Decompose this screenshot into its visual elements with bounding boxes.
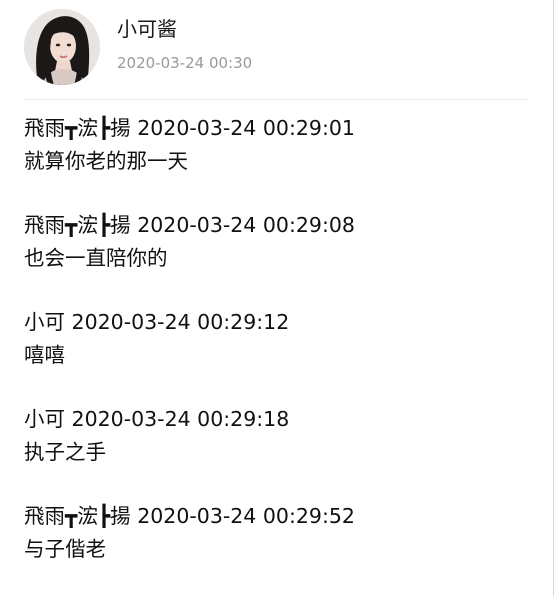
message-text: 执子之手 — [24, 440, 106, 464]
message-item: 飛雨┳浤┣揚 2020-03-24 00:29:01 就算你老的那一天 — [24, 114, 534, 211]
message-header: 飛雨┳浤┣揚 2020-03-24 00:29:52 — [24, 502, 534, 530]
message-sender: 飛雨┳浤┣揚 — [24, 213, 131, 237]
contact-name[interactable]: 小可酱 — [117, 16, 177, 42]
message-time: 2020-03-24 00:29:18 — [71, 407, 290, 431]
message-time: 2020-03-24 00:29:52 — [137, 504, 355, 528]
message-text: 就算你老的那一天 — [24, 149, 188, 173]
message-text: 与子偕老 — [24, 537, 106, 561]
message-list: 飛雨┳浤┣揚 2020-03-24 00:29:01 就算你老的那一天 飛雨┳浤… — [24, 114, 534, 599]
divider — [24, 99, 528, 100]
avatar[interactable] — [24, 9, 100, 85]
message-sender: 飛雨┳浤┣揚 — [24, 504, 131, 528]
message-header: 小可 2020-03-24 00:29:12 — [24, 308, 534, 336]
message-time: 2020-03-24 00:29:08 — [137, 213, 355, 237]
message-item: 小可 2020-03-24 00:29:12 嘻嘻 — [24, 308, 534, 405]
message-header: 飛雨┳浤┣揚 2020-03-24 00:29:08 — [24, 211, 534, 239]
message-sender: 小可 — [24, 407, 65, 431]
message-item: 飛雨┳浤┣揚 2020-03-24 00:29:52 与子偕老 — [24, 502, 534, 599]
message-sender: 小可 — [24, 310, 65, 334]
message-sender: 飛雨┳浤┣揚 — [24, 116, 131, 140]
note-header: 小可酱 2020-03-24 00:30 — [0, 0, 554, 100]
message-text: 也会一直陪你的 — [24, 246, 168, 270]
message-text: 嘻嘻 — [24, 343, 65, 367]
message-header: 小可 2020-03-24 00:29:18 — [24, 405, 534, 433]
message-item: 飛雨┳浤┣揚 2020-03-24 00:29:08 也会一直陪你的 — [24, 211, 534, 308]
avatar-image — [24, 9, 100, 85]
message-time: 2020-03-24 00:29:12 — [71, 310, 290, 334]
note-view: 小可酱 2020-03-24 00:30 飛雨┳浤┣揚 2020-03-24 0… — [0, 0, 554, 596]
message-time: 2020-03-24 00:29:01 — [137, 116, 355, 140]
note-timestamp: 2020-03-24 00:30 — [117, 54, 253, 72]
message-header: 飛雨┳浤┣揚 2020-03-24 00:29:01 — [24, 114, 534, 142]
message-item: 小可 2020-03-24 00:29:18 执子之手 — [24, 405, 534, 502]
